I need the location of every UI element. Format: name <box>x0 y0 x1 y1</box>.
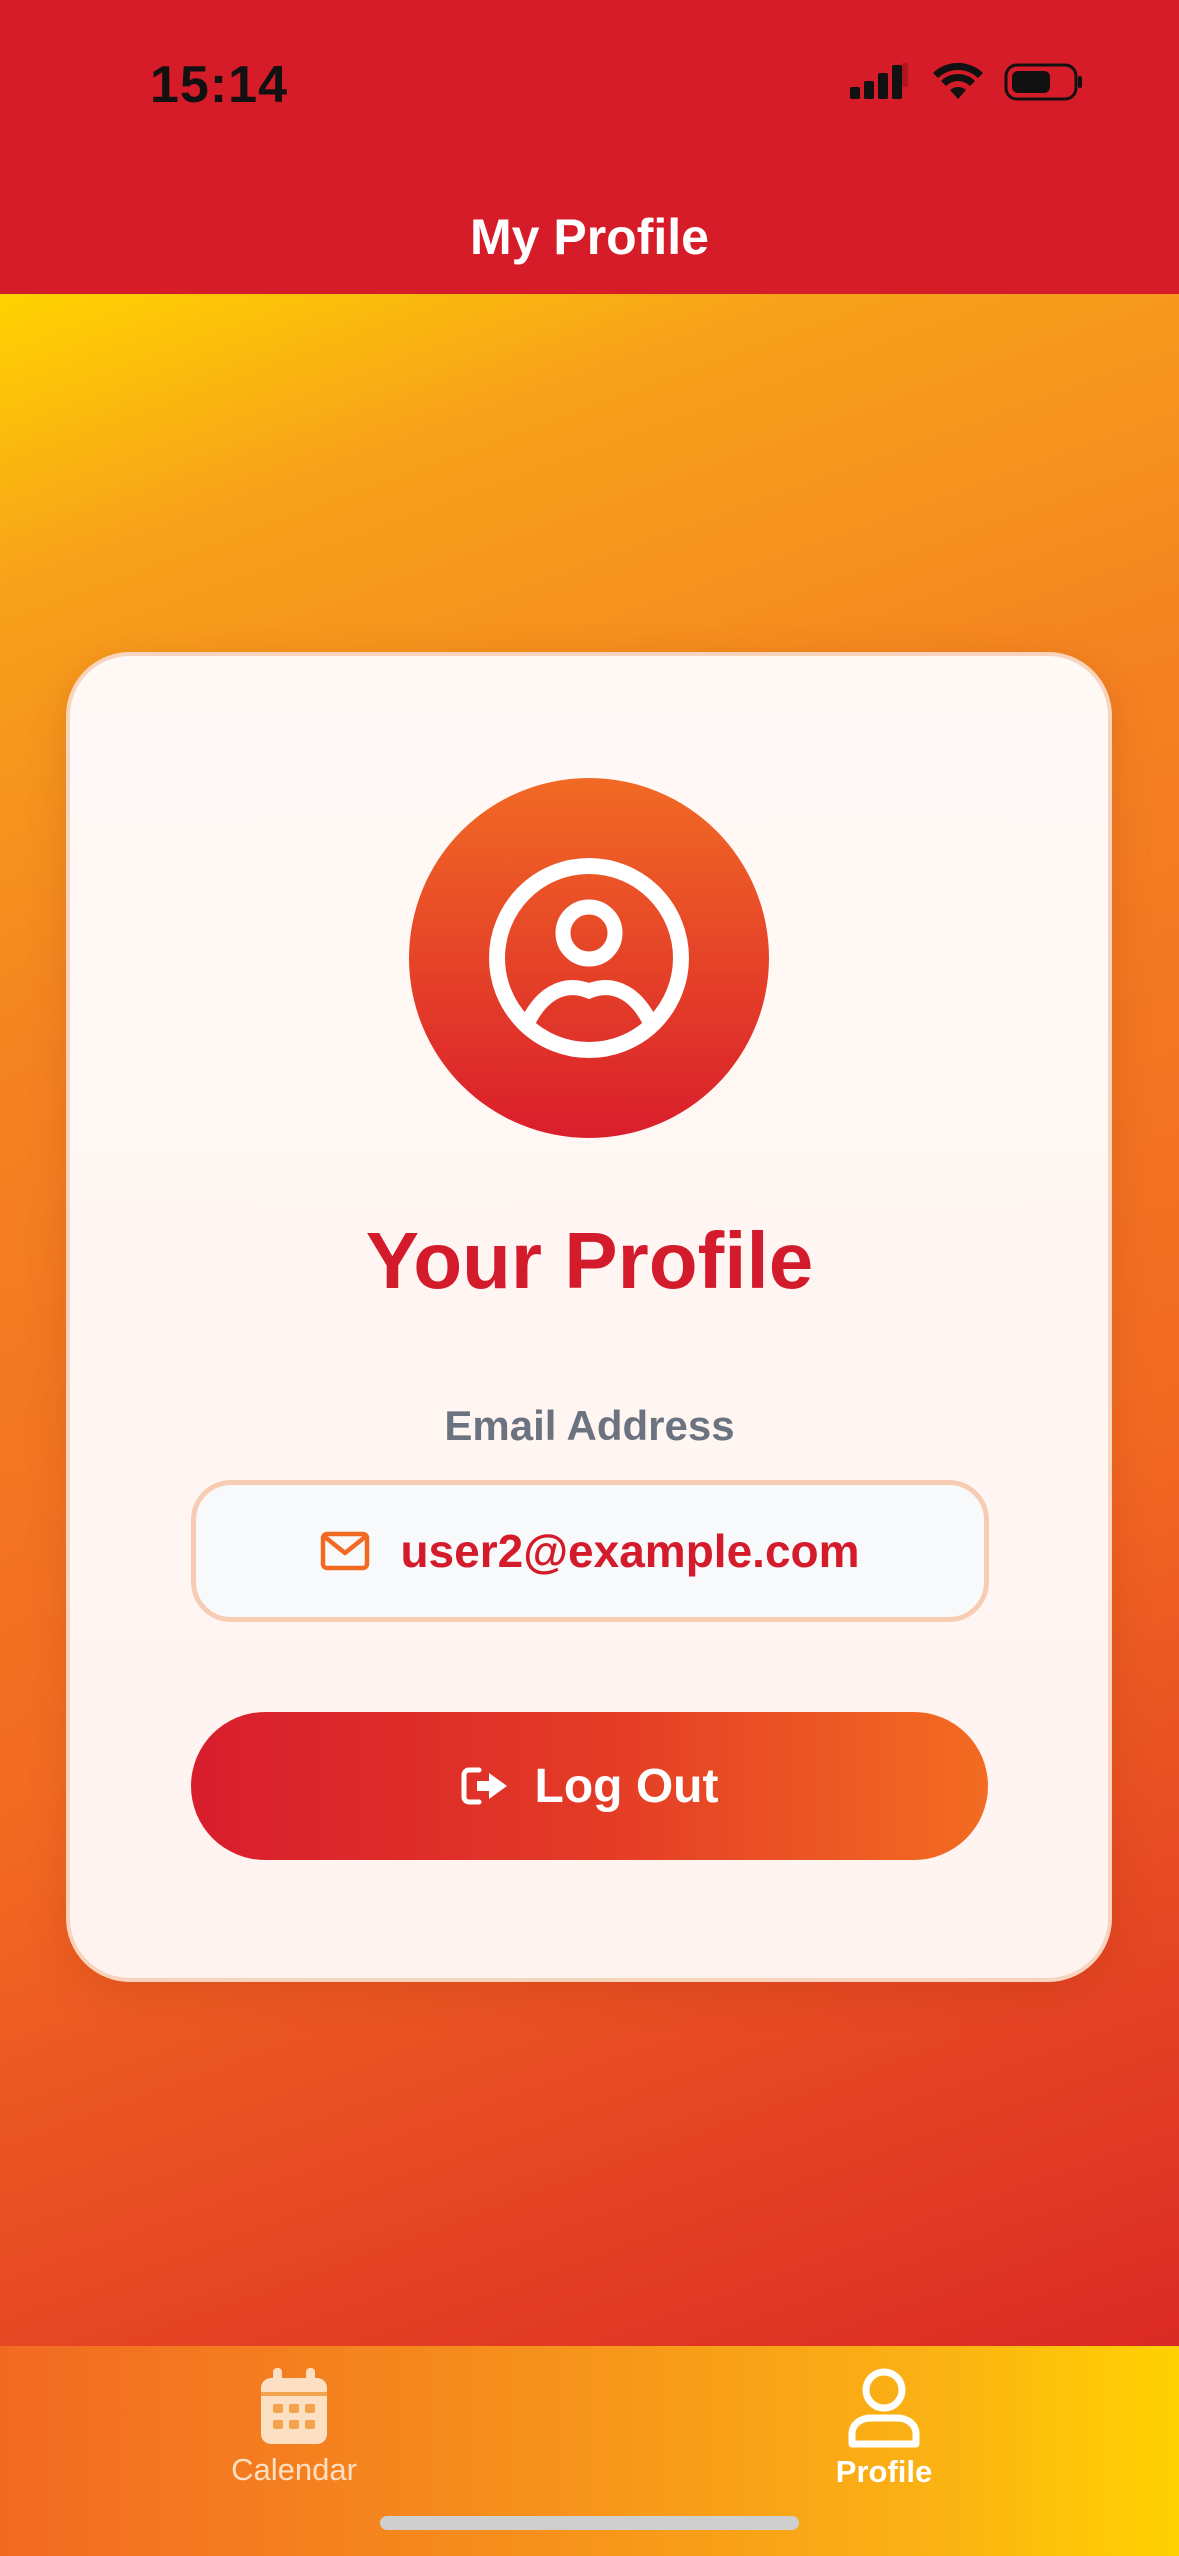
logout-label: Log Out <box>534 1759 719 1813</box>
email-field: user2@example.com <box>191 1480 989 1622</box>
logout-button[interactable]: Log Out <box>191 1712 988 1860</box>
tab-label-profile: Profile <box>835 2454 933 2489</box>
battery-icon <box>1004 63 1082 101</box>
nav-header: My Profile <box>0 170 1179 294</box>
logout-icon <box>461 1767 507 1805</box>
status-icons <box>850 62 1084 102</box>
wifi-icon <box>933 63 983 99</box>
tab-profile[interactable]: Profile <box>764 2368 1004 2490</box>
status-time: 15:14 <box>150 56 288 114</box>
page-title: My Profile <box>470 209 709 265</box>
tab-calendar[interactable]: Calendar <box>174 2368 414 2488</box>
cellular-signal-icon <box>850 63 908 99</box>
avatar <box>409 778 769 1138</box>
user-circle-icon <box>489 858 689 1058</box>
email-label: Email Address <box>444 1402 735 1449</box>
profile-heading: Your Profile <box>365 1216 814 1305</box>
home-indicator[interactable] <box>380 2516 799 2530</box>
status-bar: 15:14 <box>0 0 1179 170</box>
calendar-icon <box>261 2368 327 2444</box>
email-value: user2@example.com <box>400 1525 860 1577</box>
person-icon <box>848 2368 920 2448</box>
mail-icon <box>321 1531 370 1571</box>
tab-label-calendar: Calendar <box>231 2452 357 2487</box>
